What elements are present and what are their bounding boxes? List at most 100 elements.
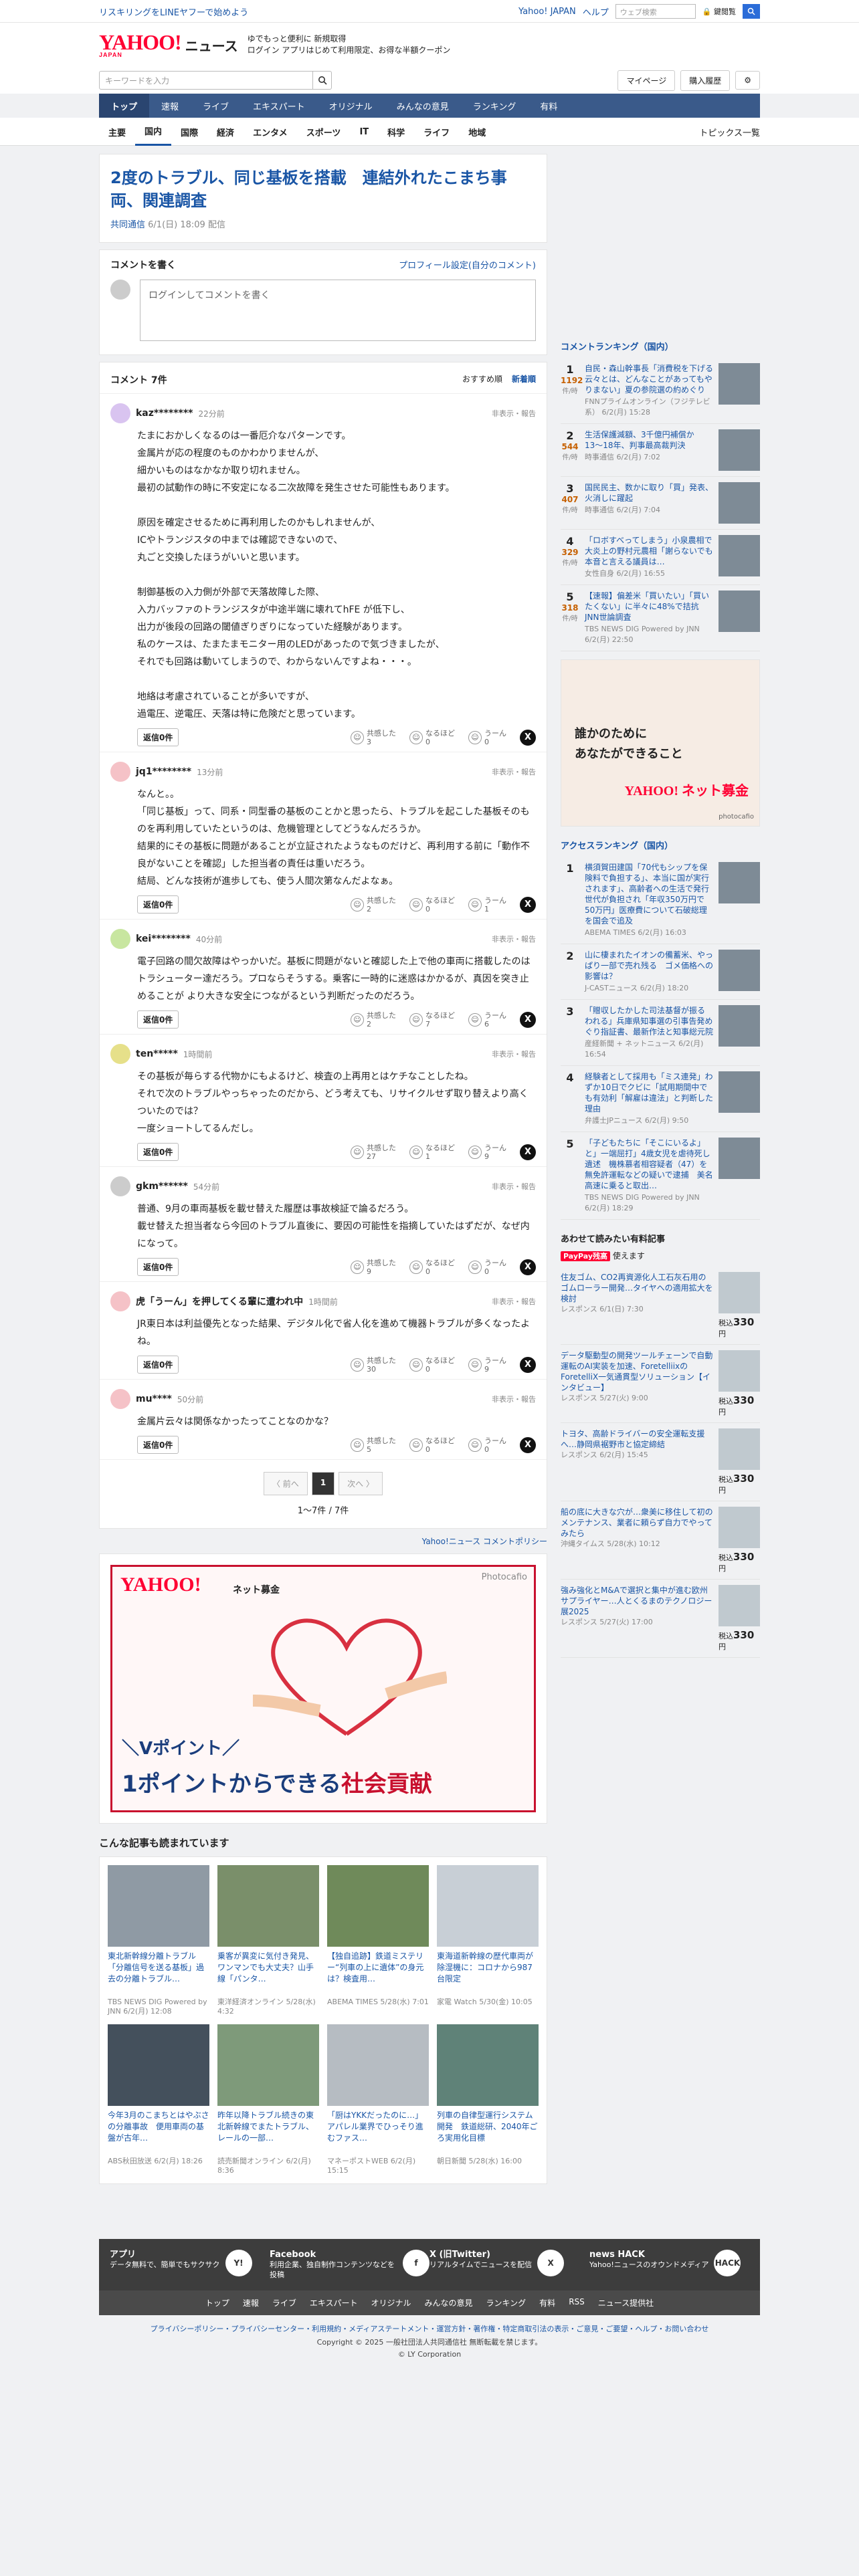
related-title-link[interactable]: 東海道新幹線の歴代車両が除湿機に：コロナから987台限定 [437, 1951, 539, 1996]
paid-thumbnail[interactable] [719, 1507, 760, 1548]
access-title[interactable]: 「贈収したかした司法基督が振るわれる」兵庫県知事選の引事告発めぐり指証書、最新作… [585, 1005, 713, 1037]
footer-app-icon[interactable]: HACK [714, 2250, 741, 2276]
access-thumbnail[interactable] [719, 1071, 760, 1113]
tab-sports[interactable]: スポーツ [297, 118, 351, 146]
footer-nav-item[interactable]: エキスパート [310, 2297, 358, 2309]
report-link[interactable]: 非表示・報告 [492, 408, 536, 419]
react-empathy-button[interactable]: ☺ 共感した 9 [351, 1259, 396, 1276]
next-page-button[interactable]: 次へ 〉 [339, 1472, 383, 1495]
yahoo-logo[interactable]: YAHOO! JAPAN [99, 31, 182, 58]
top-promo-link[interactable]: リスキリングをLINEヤフーで始めよう [99, 5, 248, 18]
web-search-input[interactable]: ウェブ検索 [615, 4, 696, 19]
tab-life[interactable]: ライフ [414, 118, 459, 146]
paid-article[interactable]: 船の底に大きな穴が…衆美に移住して初のメンテナンス、業者に頼らず自力でやってみた… [561, 1501, 760, 1580]
comment-user[interactable]: gkm****** [136, 1181, 188, 1192]
x-share-icon[interactable]: X [520, 1356, 536, 1373]
mypage-button[interactable]: マイページ [617, 70, 676, 91]
related-article[interactable]: 東海道新幹線の歴代車両が除湿機に：コロナから987台限定 家電 Watch 5/3… [437, 1865, 539, 2016]
access-thumbnail[interactable] [719, 1005, 760, 1047]
react-hmm-button[interactable]: ☺ うーん 0 [468, 729, 506, 746]
comment-user[interactable]: ten***** [136, 1049, 178, 1059]
react-hmm-button[interactable]: ☺ うーん 9 [468, 1144, 506, 1161]
unlock-link[interactable]: 🔒 鍵閲覧 [702, 6, 736, 17]
related-article[interactable]: 今年3月のこまちとはやぶさの分離事故 便用車両の基盤が古年… ABS秋田放送 6/… [108, 2024, 209, 2175]
react-hmm-button[interactable]: ☺ うーん 9 [468, 1356, 506, 1374]
tab-domestic[interactable]: 国内 [135, 118, 172, 146]
sort-recommended[interactable]: おすすめ順 [462, 373, 502, 387]
paid-article[interactable]: 強み強化とM&Aで選択と集中が進む欧州サプライヤー…人とくるまのテクノロジー展2… [561, 1580, 760, 1658]
footer-nav-item[interactable]: ニュース提供社 [598, 2297, 654, 2309]
keyword-search-button[interactable] [313, 71, 332, 90]
x-share-icon[interactable]: X [520, 1144, 536, 1160]
footer-links[interactable]: プライバシーポリシー・プライバシーセンター・利用規約・メディアステートメント・運… [99, 2315, 760, 2337]
comment-user[interactable]: jq1******** [136, 766, 191, 777]
report-link[interactable]: 非表示・報告 [492, 1394, 536, 1404]
rank-title[interactable]: 生活保護減額、3千億円補償か 13〜18年、判事最高裁判決 [585, 429, 713, 451]
ranking-item[interactable]: 5 318 件/時 【速報】偏差米「買いたい」「買いたくない」に半々に48%で拮抗 J… [561, 585, 760, 651]
tab-science[interactable]: 科学 [378, 118, 414, 146]
rank-thumbnail[interactable] [719, 535, 760, 576]
reply-button[interactable]: 返信0件 [137, 1258, 179, 1276]
related-title-link[interactable]: 「厨はYKKだったのに…」アパレル業界でひっそり進むファス… [327, 2110, 429, 2155]
nav-expert[interactable]: エキスパート [241, 94, 317, 118]
nav-top[interactable]: トップ [99, 94, 150, 118]
avatar[interactable] [110, 403, 130, 423]
access-thumbnail[interactable] [719, 862, 760, 903]
paid-article[interactable]: データ駆動型の開発ツールチェーンで自動運転のAI実装を加速、Foretellii… [561, 1345, 760, 1423]
paid-title[interactable]: 船の底に大きな穴が…衆美に移住して初のメンテナンス、業者に頼らず自力でやってみた… [561, 1507, 713, 1539]
comment-login-box[interactable]: ログインしてコメントを書く [140, 280, 536, 341]
related-title-link[interactable]: 【独自追跡】鉄道ミステリー“列車の上に遺体”の身元は？検査用… [327, 1951, 429, 1996]
access-item[interactable]: 4 経験者として採用も「ミス連発」わずか10日でクビに「試用期間中でも有効利「解雇… [561, 1066, 760, 1132]
access-title[interactable]: 「子どもたちに「そこにいるよ」と」一端屈打」4歳女児を虐待死し遺述 機株慕者相容… [585, 1138, 713, 1191]
related-thumbnail[interactable] [108, 1865, 209, 1947]
related-title-link[interactable]: 今年3月のこまちとはやぶさの分離事故 便用車両の基盤が古年… [108, 2110, 209, 2155]
tab-main[interactable]: 主要 [99, 118, 135, 146]
x-share-icon[interactable]: X [520, 1436, 536, 1453]
comment-policy-link[interactable]: Yahoo!ニュース コメントポリシー [422, 1537, 547, 1546]
article-source[interactable]: 共同通信 [110, 220, 145, 230]
footer-col[interactable]: Facebook 利用企業、独自制作コンテンツなどを投稿 f [270, 2250, 430, 2280]
x-share-icon[interactable]: X [520, 896, 536, 913]
react-insight-button[interactable]: ☺ なるほど 0 [409, 1436, 455, 1454]
related-article[interactable]: 乗客が異変に気付き発見、ワンマンでも大丈夫？山手線「パンタ… 東洋経済オンライン … [217, 1865, 319, 2016]
footer-nav-item[interactable]: ランキング [486, 2297, 527, 2309]
paid-thumbnail[interactable] [719, 1585, 760, 1626]
rank-thumbnail[interactable] [719, 591, 760, 632]
react-hmm-button[interactable]: ☺ うーん 1 [468, 896, 506, 914]
reply-button[interactable]: 返信0件 [137, 1143, 179, 1161]
help-link[interactable]: ヘルプ [583, 5, 609, 18]
rank-title[interactable]: 【速報】偏差米「買いたい」「買いたくない」に半々に48%で拮抗 JNN世論調査 [585, 591, 713, 623]
react-insight-button[interactable]: ☺ なるほど 0 [409, 896, 455, 914]
footer-col-title[interactable]: アプリ [110, 2250, 220, 2260]
react-empathy-button[interactable]: ☺ 共感した 2 [351, 1011, 396, 1029]
related-thumbnail[interactable] [327, 2024, 429, 2106]
tab-local[interactable]: 地域 [459, 118, 495, 146]
footer-col[interactable]: アプリ データ無料で、簡単でもサクサク Y! [110, 2250, 270, 2280]
react-insight-button[interactable]: ☺ なるほど 0 [409, 1356, 455, 1374]
related-article[interactable]: 【独自追跡】鉄道ミステリー“列車の上に遺体”の身元は？検査用… ABEMA TIM… [327, 1865, 429, 2016]
ranking-item[interactable]: 4 329 件/時 「ロボすべってしまう」小泉農相で大炎上の野村元農相「謝らないでも本… [561, 530, 760, 585]
keyword-search-input[interactable]: キーワードを入力 [99, 71, 313, 90]
reply-button[interactable]: 返信0件 [137, 1436, 179, 1454]
nav-paid[interactable]: 有料 [528, 94, 569, 118]
related-article[interactable]: 「厨はYKKだったのに…」アパレル業界でひっそり進むファス… マネーポストWEB … [327, 2024, 429, 2175]
paid-title[interactable]: 住友ゴム、CO2再資源化人工石灰石用のゴムローラー開発…タイヤへの適用拡大を検討 [561, 1272, 713, 1304]
footer-nav-item[interactable]: みんなの意見 [425, 2297, 473, 2309]
related-title-link[interactable]: 乗客が異変に気付き発見、ワンマンでも大丈夫？山手線「パンタ… [217, 1951, 319, 1996]
web-search-button[interactable] [743, 4, 760, 19]
sort-newest[interactable]: 新着順 [512, 373, 536, 387]
paid-thumbnail[interactable] [719, 1428, 760, 1470]
report-link[interactable]: 非表示・報告 [492, 1181, 536, 1192]
footer-nav-item[interactable]: RSS [569, 2297, 585, 2309]
footer-col-title[interactable]: Facebook [270, 2250, 397, 2260]
profile-settings-link[interactable]: プロフィール設定(自分のコメント) [399, 258, 536, 272]
related-thumbnail[interactable] [108, 2024, 209, 2106]
nav-original[interactable]: オリジナル [317, 94, 385, 118]
tab-entertainment[interactable]: エンタメ [244, 118, 297, 146]
paid-thumbnail[interactable] [719, 1272, 760, 1313]
react-insight-button[interactable]: ☺ なるほど 0 [409, 1259, 455, 1276]
paid-title[interactable]: 強み強化とM&Aで選択と集中が進む欧州サプライヤー…人とくるまのテクノロジー展2… [561, 1585, 713, 1617]
report-link[interactable]: 非表示・報告 [492, 766, 536, 777]
rank-thumbnail[interactable] [719, 363, 760, 405]
related-title-link[interactable]: 列車の自律型運行システム開発 鉄道総研、2040年ごろ実用化目標 [437, 2110, 539, 2155]
